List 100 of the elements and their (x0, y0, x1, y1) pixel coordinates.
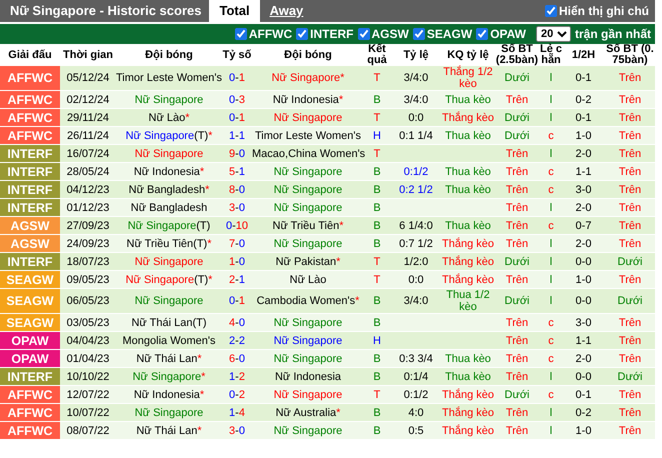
checkbox[interactable] (545, 5, 557, 17)
result-cell: B (364, 234, 390, 252)
odds-result-cell: Thua kèo (442, 90, 494, 108)
checkbox-label: Hiển thị ghi chú (559, 4, 649, 18)
odds-cell: 0:1 1/4 (390, 126, 442, 144)
odds-result-cell: Thắng kèo (442, 234, 494, 252)
odds-cell: 6 1/4:0 (390, 216, 442, 234)
result-cell: B (364, 162, 390, 180)
team-cell: Cambodia Women's* (252, 288, 364, 314)
score-cell: 8-0 (222, 180, 252, 198)
odds-result-cell: Thua kèo (442, 180, 494, 198)
over-under-cell: Trên (605, 144, 655, 162)
odds-cell: 3/4:0 (390, 288, 442, 314)
odd-even-cell: l (540, 270, 562, 288)
over-under-cell: Trên (494, 350, 540, 368)
odds-result-cell: Thua kèo (442, 350, 494, 368)
half-time-cell: 1-0 (562, 422, 605, 440)
result-cell: T (364, 108, 390, 126)
league-badge: AGSW (0, 234, 60, 252)
half-time-cell: 0-2 (562, 404, 605, 422)
count-label: trận gần nhất (574, 27, 652, 41)
league-badge: INTERF (0, 252, 60, 270)
odd-even-cell: l (540, 66, 562, 90)
score-cell: 3-0 (222, 422, 252, 440)
half-time-cell: 2-0 (562, 198, 605, 216)
team-cell: Nữ Bangladesh (116, 198, 222, 216)
date-cell: 01/04/23 (60, 350, 116, 368)
date-cell: 01/12/23 (60, 198, 116, 216)
score-cell: 1-1 (222, 126, 252, 144)
tab[interactable]: Total (209, 0, 260, 22)
checkbox[interactable] (476, 28, 488, 40)
checkbox[interactable] (234, 28, 247, 40)
over-under-cell: Trên (605, 404, 655, 422)
checkbox-label: AFFWC (248, 27, 292, 41)
result-cell: B (364, 288, 390, 314)
team-cell: Nữ Singapore* (252, 66, 364, 90)
odd-even-cell: l (540, 288, 562, 314)
half-time-cell: 1-0 (562, 270, 605, 288)
half-time-cell: 0-7 (562, 216, 605, 234)
tab[interactable]: Away (260, 0, 314, 22)
count-dropdown[interactable]: 20 (536, 26, 571, 42)
over-under-cell: Trên (494, 422, 540, 440)
half-time-cell: 1-0 (562, 126, 605, 144)
result-cell: T (364, 252, 390, 270)
league-badge: AFFWC (0, 386, 60, 404)
half-time-cell: 1-1 (562, 162, 605, 180)
checkbox-label: AGSW (372, 27, 409, 41)
half-time-cell: 0-1 (562, 66, 605, 90)
odds-result-cell: Thua kèo (442, 126, 494, 144)
over-under-cell: Trên (605, 126, 655, 144)
odds-cell: 0:2 1/2 (390, 180, 442, 198)
result-cell: B (364, 314, 390, 332)
odd-even-cell: c (540, 350, 562, 368)
league-badge: OPAW (0, 332, 60, 350)
league-badge: AFFWC (0, 126, 60, 144)
league-badge: SEAGW (0, 288, 60, 314)
league-badge: INTERF (0, 162, 60, 180)
odd-even-cell: c (540, 386, 562, 404)
score-cell: 3-0 (222, 198, 252, 216)
half-time-cell: 2-0 (562, 144, 605, 162)
team-cell: Nữ Singapore (116, 144, 222, 162)
over-under-cell: Trên (494, 180, 540, 198)
over-under-cell: Trên (494, 404, 540, 422)
odds-result-cell: Thắng kèo (442, 386, 494, 404)
team-cell: Nữ Singapore (252, 162, 364, 180)
team-cell: Nữ Singapore (252, 314, 364, 332)
checkbox[interactable] (412, 28, 425, 40)
odds-result-cell: Thắng kèo (442, 252, 494, 270)
league-badge: SEAGW (0, 314, 60, 332)
odd-even-cell: l (540, 90, 562, 108)
score-cell: 0-2 (222, 386, 252, 404)
over-under-cell: Trên (494, 216, 540, 234)
date-cell: 06/05/23 (60, 288, 116, 314)
result-cell: B (364, 368, 390, 386)
team-cell: Nữ Thái Lan* (116, 350, 222, 368)
checkbox[interactable] (358, 28, 370, 40)
team-cell: Nữ Singapore(T)* (116, 270, 222, 288)
odd-even-cell: l (540, 234, 562, 252)
checkbox-label: INTERF (310, 27, 354, 41)
odds-cell: 3/4:0 (390, 90, 442, 108)
over-under-cell: Trên (605, 198, 655, 216)
checkbox[interactable] (296, 28, 308, 40)
odds-result-cell: Thua kèo (442, 162, 494, 180)
team-cell: Nữ Singapore (116, 288, 222, 314)
team-cell: Nữ Singapore (252, 198, 364, 216)
team-cell: Nữ Thái Lan(T) (116, 314, 222, 332)
league-badge: AFFWC (0, 66, 60, 90)
date-cell: 04/12/23 (60, 180, 116, 198)
team-cell: Nữ Indonesia* (252, 90, 364, 108)
over-under-cell: Trên (605, 350, 655, 368)
result-cell: T (364, 66, 390, 90)
over-under-cell: Trên (494, 314, 540, 332)
odd-even-cell: c (540, 180, 562, 198)
over-under-cell: Trên (605, 90, 655, 108)
league-badge: INTERF (0, 198, 60, 216)
team-cell: Nữ Indonesia (252, 368, 364, 386)
team-cell: Timor Leste Women's (252, 126, 364, 144)
over-under-cell: Trên (605, 270, 655, 288)
odds-result-cell: Thua kèo (442, 216, 494, 234)
team-cell: Macao,China Women's (252, 144, 364, 162)
